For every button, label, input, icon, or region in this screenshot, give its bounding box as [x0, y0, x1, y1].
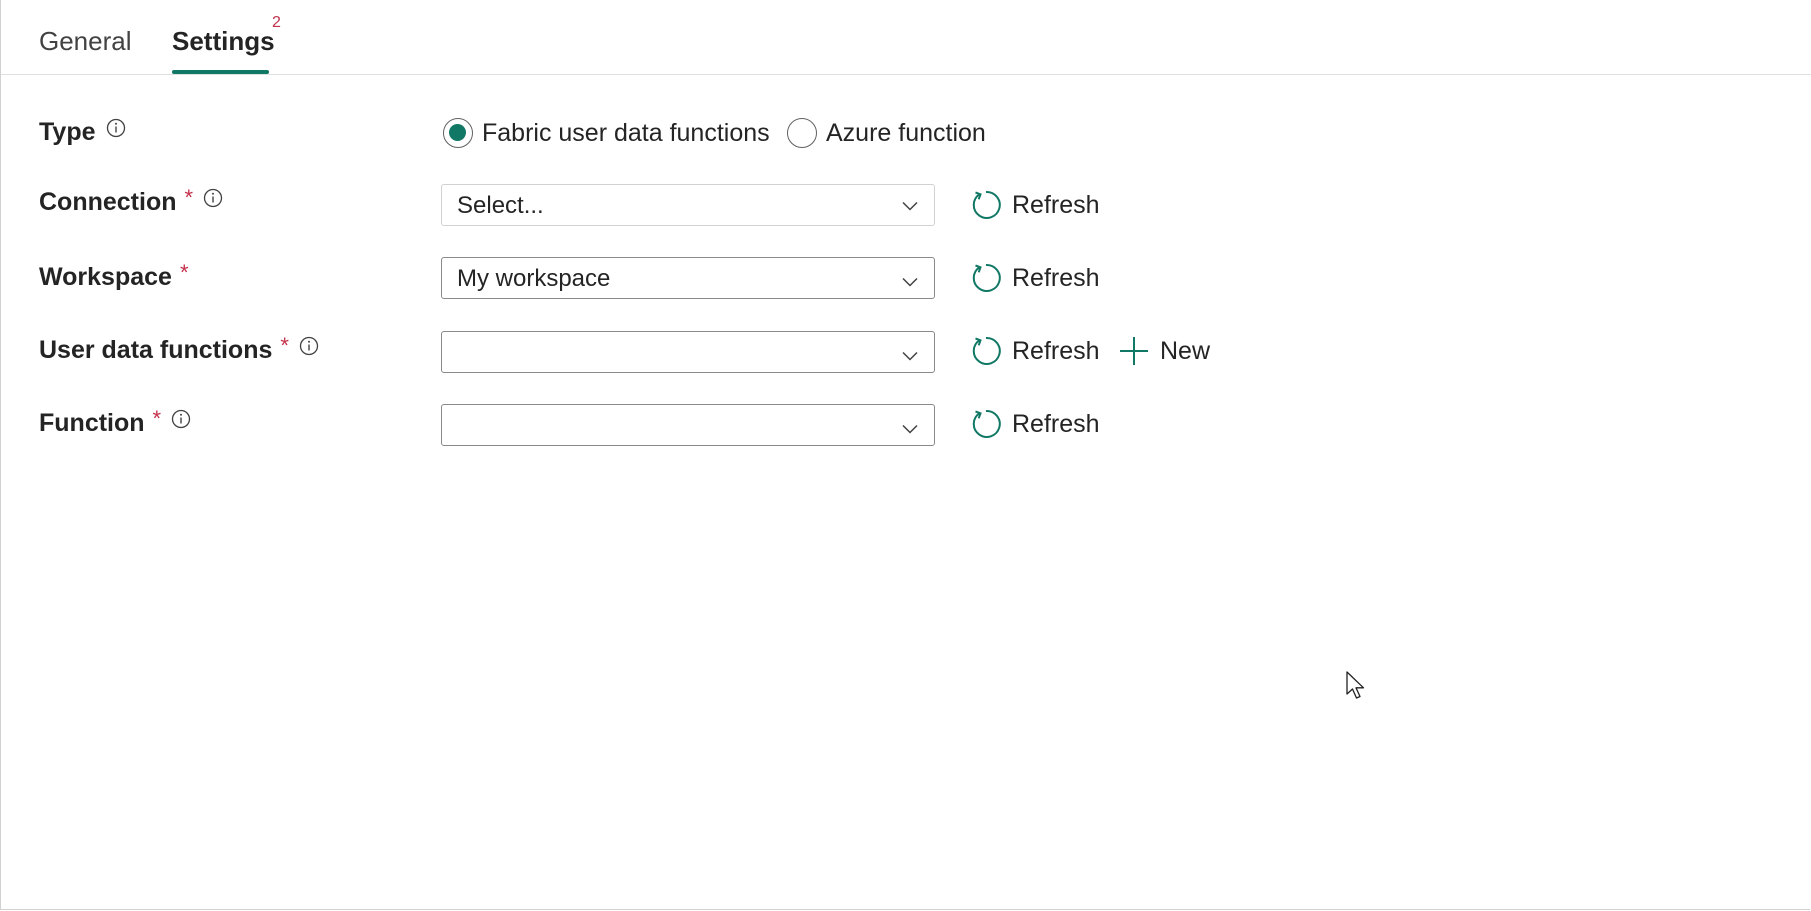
- refresh-icon: [972, 336, 1001, 365]
- connection-dropdown-value: Select...: [457, 192, 544, 219]
- refresh-label: Refresh: [1012, 409, 1100, 438]
- chevron-down-icon: [902, 348, 918, 366]
- function-refresh-button[interactable]: Refresh: [970, 408, 1100, 440]
- workspace-dropdown[interactable]: My workspace: [441, 257, 935, 299]
- user-data-functions-label: User data functions: [39, 336, 273, 364]
- connection-label-group: Connection *: [39, 184, 223, 217]
- info-icon[interactable]: [203, 188, 223, 208]
- active-tab-indicator: [172, 70, 269, 74]
- type-label-group: Type: [39, 118, 126, 147]
- refresh-icon: [972, 409, 1001, 438]
- user-data-functions-dropdown[interactable]: [441, 331, 935, 373]
- required-marker: *: [184, 184, 194, 210]
- radio-unchecked-icon: [787, 118, 817, 148]
- type-label: Type: [39, 118, 96, 146]
- required-marker: *: [152, 405, 162, 431]
- required-marker: *: [179, 259, 189, 285]
- plus-icon: [1120, 337, 1148, 365]
- radio-checked-icon: [443, 118, 473, 148]
- tab-general[interactable]: General: [39, 24, 132, 58]
- connection-refresh-button[interactable]: Refresh: [970, 189, 1100, 221]
- new-user-data-function-button[interactable]: New: [1118, 335, 1210, 367]
- radio-fabric-user-data-functions[interactable]: Fabric user data functions: [443, 118, 770, 148]
- connection-dropdown[interactable]: Select...: [441, 184, 935, 226]
- refresh-label: Refresh: [1012, 190, 1100, 219]
- workspace-dropdown-value: My workspace: [457, 265, 611, 292]
- new-label: New: [1160, 336, 1211, 365]
- chevron-down-icon: [902, 274, 918, 292]
- info-icon[interactable]: [171, 409, 191, 429]
- mouse-pointer-icon: [1346, 671, 1368, 706]
- refresh-label: Refresh: [1012, 263, 1100, 292]
- function-label: Function: [39, 409, 145, 437]
- user-data-functions-label-group: User data functions *: [39, 332, 319, 365]
- radio-azure-label: Azure function: [826, 118, 986, 147]
- function-dropdown[interactable]: [441, 404, 935, 446]
- workspace-refresh-button[interactable]: Refresh: [970, 262, 1100, 294]
- function-label-group: Function *: [39, 405, 191, 438]
- chevron-down-icon: [902, 421, 918, 439]
- tab-bar: General Settings 2: [1, 0, 1811, 75]
- workspace-label: Workspace: [39, 263, 172, 291]
- settings-error-badge: 2: [272, 14, 281, 31]
- refresh-label: Refresh: [1012, 336, 1100, 365]
- connection-label: Connection: [39, 188, 177, 216]
- user-data-functions-refresh-button[interactable]: Refresh: [970, 335, 1100, 367]
- refresh-icon: [972, 190, 1001, 219]
- required-marker: *: [280, 332, 289, 358]
- info-icon[interactable]: [106, 118, 126, 138]
- info-icon[interactable]: [299, 336, 319, 356]
- chevron-down-icon: [902, 198, 918, 216]
- radio-fabric-label: Fabric user data functions: [482, 118, 770, 147]
- workspace-label-group: Workspace *: [39, 259, 189, 292]
- tab-settings[interactable]: Settings: [172, 24, 275, 58]
- refresh-icon: [972, 263, 1001, 292]
- radio-azure-function[interactable]: Azure function: [787, 118, 986, 148]
- settings-panel: General Settings 2 Type Fabric user data…: [0, 0, 1811, 910]
